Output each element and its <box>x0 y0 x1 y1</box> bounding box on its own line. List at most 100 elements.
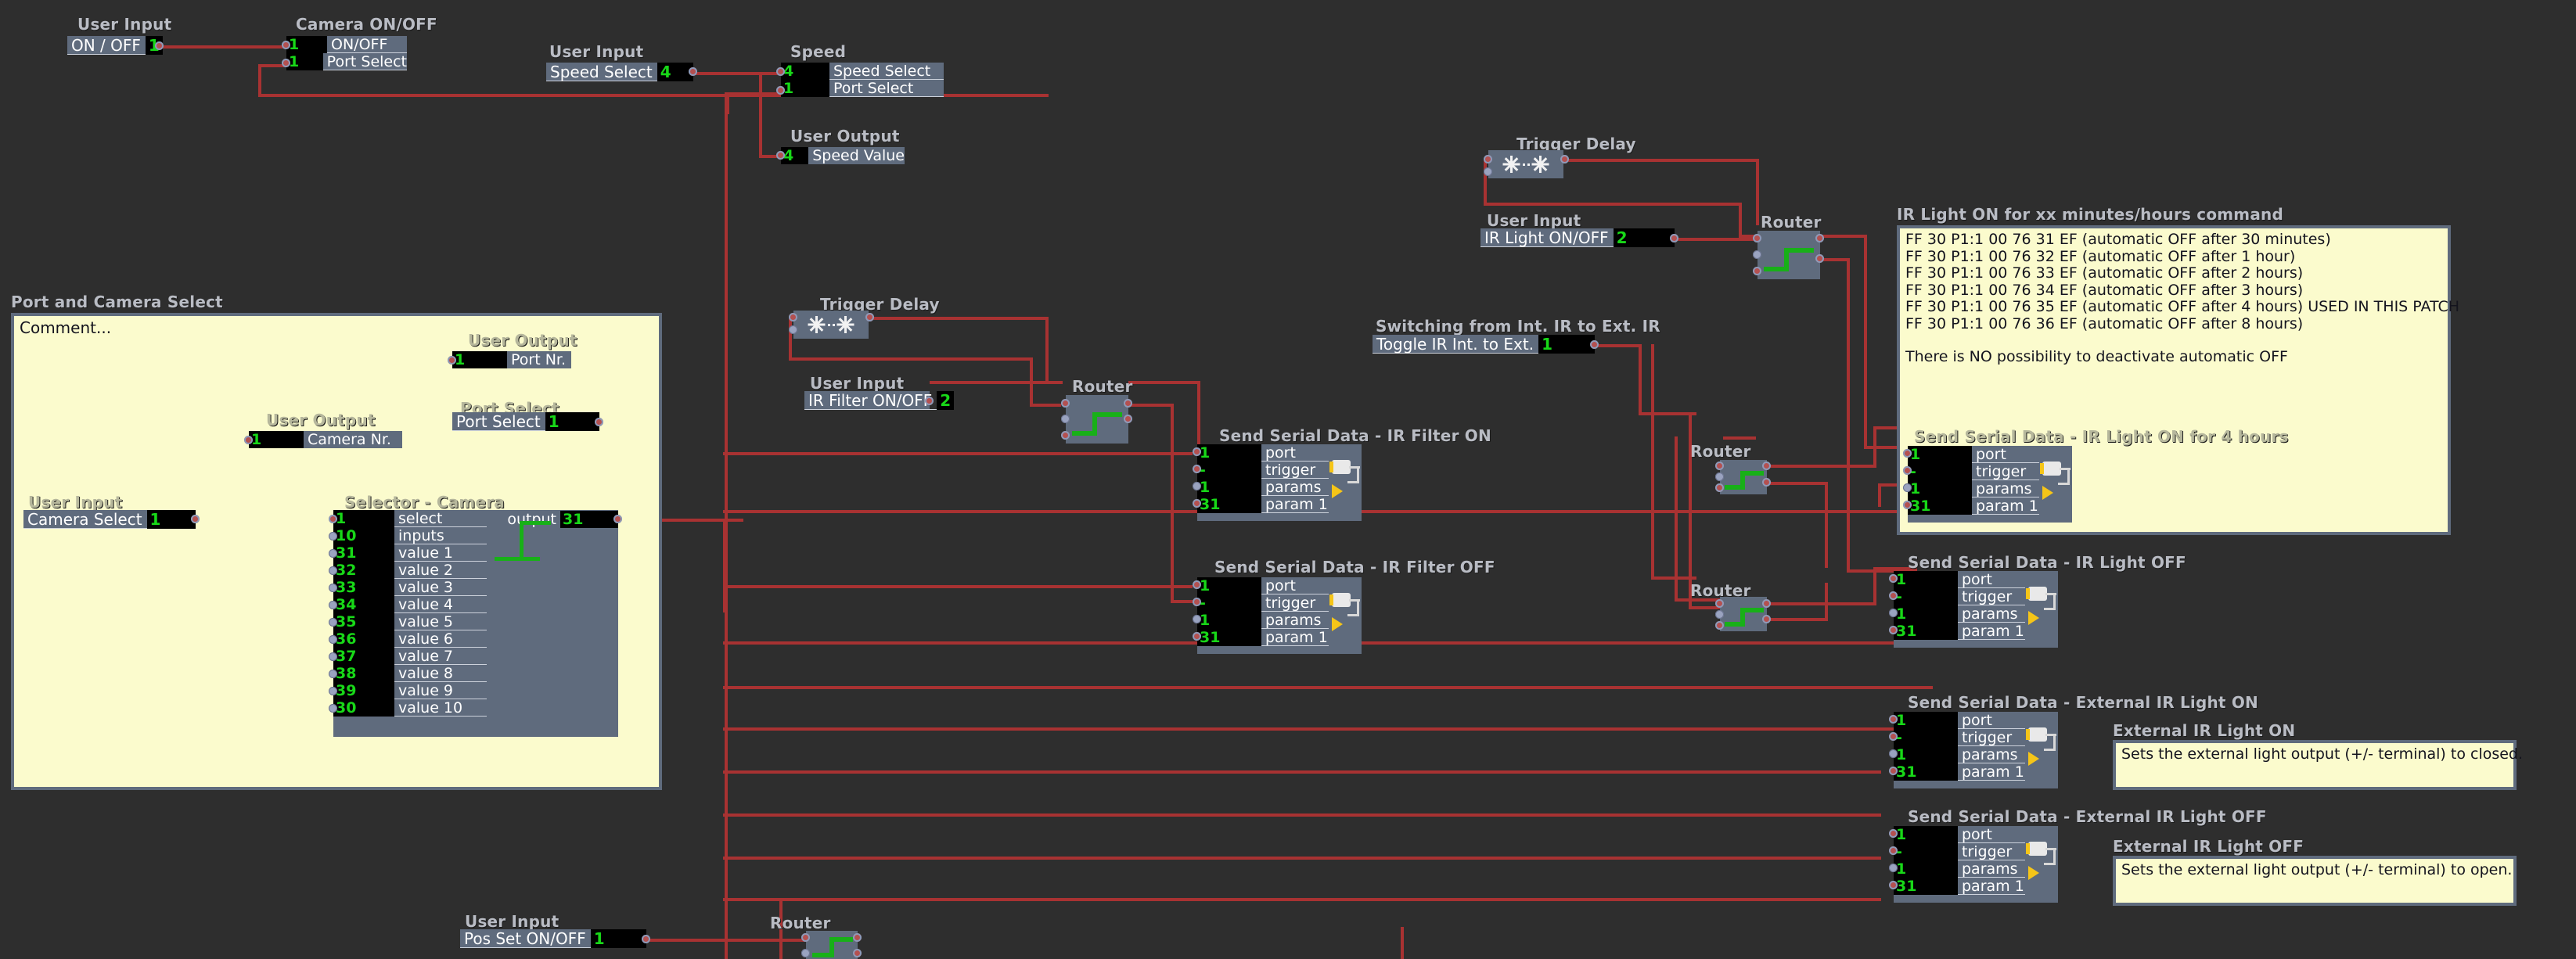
input-pin[interactable] <box>329 670 337 678</box>
row-value[interactable]: 31 <box>1197 629 1261 646</box>
port-select-value[interactable]: 1 <box>545 412 599 431</box>
input-pin[interactable] <box>776 86 785 95</box>
input-pin[interactable] <box>1889 846 1898 855</box>
router-ir-light[interactable] <box>1758 231 1820 279</box>
row-value[interactable]: 1 <box>333 510 394 527</box>
input-pin[interactable] <box>1715 599 1724 608</box>
row-value[interactable]: - <box>1894 729 1958 746</box>
input-pin[interactable] <box>282 41 290 49</box>
output-pin[interactable] <box>1124 415 1132 423</box>
row-value[interactable]: 1 <box>452 351 507 368</box>
input-pin[interactable] <box>329 549 337 558</box>
row-value[interactable]: - <box>1197 594 1261 612</box>
input-pin[interactable] <box>1193 465 1201 473</box>
input-pin[interactable] <box>1903 449 1912 458</box>
node-row[interactable]: 39 value 9 <box>333 682 487 699</box>
input-pin[interactable] <box>1715 483 1724 492</box>
input-pin[interactable] <box>329 566 337 575</box>
router-bottom[interactable] <box>806 931 858 959</box>
node-row[interactable]: 1 Port Select <box>286 53 407 70</box>
row-value[interactable]: 36 <box>333 630 394 648</box>
input-pin[interactable] <box>1889 609 1898 617</box>
user-input-speed-select[interactable]: Speed Select 4 <box>546 63 693 81</box>
input-pin[interactable] <box>329 687 337 695</box>
input-pin[interactable] <box>1484 167 1492 176</box>
user-input-ir-filter[interactable]: IR Filter ON/OFF 2 <box>804 391 955 410</box>
row-value[interactable]: - <box>1894 843 1958 860</box>
row-value[interactable]: 1 <box>1894 826 1958 843</box>
output-pin[interactable] <box>853 933 862 942</box>
router-mid-upper[interactable] <box>1720 460 1767 494</box>
serial-ir-filter-on-node[interactable]: 1 port - trigger 1 params 31 param 1 <box>1197 444 1362 521</box>
row-value[interactable]: 31 <box>1197 496 1261 513</box>
input-pin[interactable] <box>1889 767 1898 775</box>
row-value[interactable]: 1 <box>1894 571 1958 588</box>
camera-select-value[interactable]: 1 <box>146 510 196 529</box>
input-pin[interactable] <box>329 532 337 541</box>
row-value[interactable]: 38 <box>333 665 394 682</box>
toggle-int-ext-widget[interactable]: Toggle IR Int. to Ext. 1 <box>1373 335 1595 354</box>
node-row[interactable]: 31 param 1 <box>1197 496 1362 513</box>
node-row[interactable]: 1 port <box>1908 446 2072 463</box>
user-output-port-nr[interactable]: 1 Port Nr. <box>452 351 571 368</box>
node-row[interactable]: 31 param 1 <box>1894 763 2058 781</box>
input-pin[interactable] <box>1753 267 1761 275</box>
user-input-ir-light[interactable]: IR Light ON/OFF 2 <box>1480 228 1675 247</box>
node-row[interactable]: 37 value 7 <box>333 648 487 665</box>
node-row[interactable]: 1 port <box>1197 577 1362 594</box>
row-value[interactable]: 1 <box>1908 480 1972 497</box>
speed-node[interactable]: 4 Speed Select 1 Port Select <box>781 63 944 97</box>
output-pin[interactable] <box>1762 478 1771 487</box>
input-pin[interactable] <box>776 67 785 76</box>
node-row[interactable]: 30 value 10 <box>333 699 487 717</box>
user-input-camera-select[interactable]: Camera Select 1 <box>23 510 196 529</box>
ir-light-command-panel[interactable]: FF 30 P1:1 00 76 31 EF (automatic OFF af… <box>1897 225 2459 535</box>
row-value[interactable]: 4 <box>781 63 829 80</box>
output-pin[interactable] <box>1590 340 1599 349</box>
output-pin[interactable] <box>642 935 650 943</box>
input-pin[interactable] <box>329 652 337 661</box>
user-output-camera-nr[interactable]: 1 Camera Nr. <box>249 431 402 448</box>
node-row[interactable]: 1 port <box>1894 571 2058 588</box>
serial-ir-light-on-4h-node[interactable]: 1 port - trigger 1 params 31 param 1 <box>1908 446 2072 523</box>
user-output-speed-value[interactable]: 4 Speed Value <box>781 147 905 164</box>
node-row[interactable]: 1 Camera Nr. <box>249 431 402 448</box>
node-row[interactable]: 1 ON/OFF <box>286 36 407 53</box>
input-pin[interactable] <box>1889 749 1898 758</box>
node-row[interactable]: 36 value 6 <box>333 630 487 648</box>
output-pin[interactable] <box>155 41 164 50</box>
input-pin[interactable] <box>329 704 337 713</box>
input-pin[interactable] <box>1715 462 1724 470</box>
row-value[interactable]: 1 <box>286 36 327 53</box>
input-pin[interactable] <box>789 313 797 321</box>
input-pin[interactable] <box>1715 610 1724 619</box>
input-pin[interactable] <box>1193 499 1201 508</box>
row-value[interactable]: 31 <box>1894 623 1958 640</box>
output-pin[interactable] <box>595 418 603 426</box>
row-value[interactable]: - <box>1908 463 1972 480</box>
output-pin[interactable] <box>925 397 934 405</box>
node-row[interactable]: 32 value 2 <box>333 562 487 579</box>
input-pin[interactable] <box>1715 621 1724 630</box>
row-value[interactable]: 31 <box>333 544 394 562</box>
input-pin[interactable] <box>1193 598 1201 606</box>
row-value[interactable]: 1 <box>781 80 829 97</box>
output-pin[interactable] <box>1762 615 1771 623</box>
trigger-delay-left[interactable] <box>793 311 869 339</box>
input-pin[interactable] <box>776 151 785 160</box>
user-input-onoff[interactable]: ON / OFF 1 <box>67 36 163 55</box>
input-pin[interactable] <box>1715 472 1724 481</box>
row-value[interactable]: 1 <box>1894 746 1958 763</box>
camera-onoff-node[interactable]: 1 ON/OFF 1 Port Select <box>286 36 407 70</box>
input-pin[interactable] <box>1753 250 1761 259</box>
user-input-pos-set[interactable]: Pos Set ON/OFF 1 <box>460 929 646 948</box>
input-pin[interactable] <box>1193 580 1201 589</box>
node-row[interactable]: 1 Port Nr. <box>452 351 571 368</box>
input-pin[interactable] <box>282 59 290 67</box>
row-value[interactable]: - <box>1894 588 1958 605</box>
node-row[interactable]: 1 Port Select <box>781 80 944 97</box>
input-pin[interactable] <box>801 933 810 942</box>
input-pin[interactable] <box>1061 399 1070 408</box>
output-pin[interactable] <box>1762 462 1771 470</box>
input-pin[interactable] <box>1903 466 1912 475</box>
